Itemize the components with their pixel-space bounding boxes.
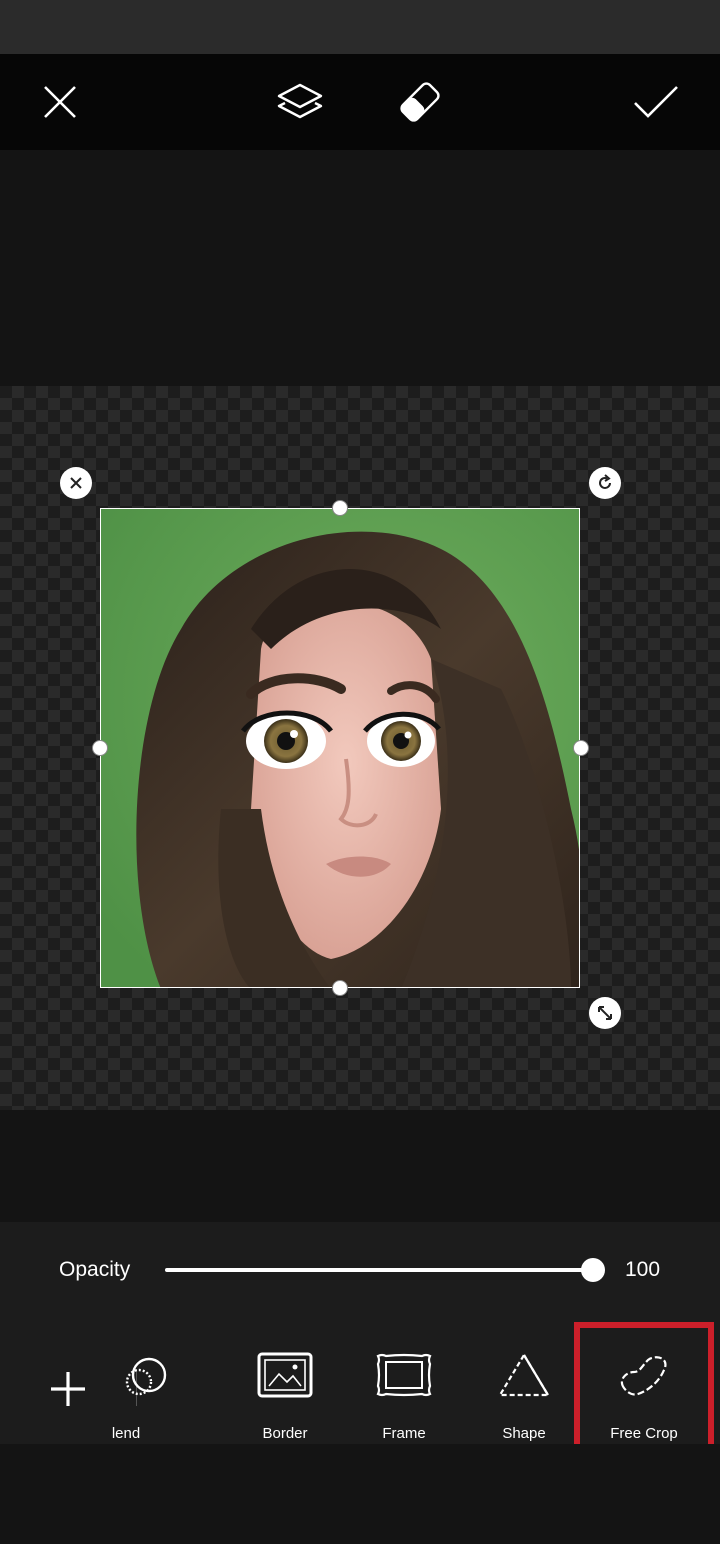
checkmark-icon bbox=[634, 86, 678, 118]
rotate-icon bbox=[599, 474, 611, 489]
tool-shape[interactable]: Shape bbox=[468, 1322, 580, 1444]
resize-handle-right[interactable] bbox=[573, 740, 589, 756]
tools-toolbar: Blend Border Frame Shape Free Crop bbox=[0, 1322, 720, 1444]
layers-button[interactable] bbox=[252, 54, 348, 150]
bottom-spacer bbox=[0, 1444, 720, 1544]
tool-label-blend: Blend bbox=[111, 1425, 141, 1442]
tool-label-frame: Frame bbox=[382, 1425, 426, 1442]
close-icon bbox=[44, 86, 76, 118]
eraser-button[interactable] bbox=[372, 54, 468, 150]
add-button[interactable] bbox=[36, 1346, 100, 1432]
opacity-slider-thumb[interactable] bbox=[581, 1258, 605, 1282]
portrait-image bbox=[101, 509, 579, 987]
opacity-slider[interactable] bbox=[165, 1268, 593, 1272]
close-icon bbox=[70, 477, 82, 489]
dashed-triangle-icon bbox=[498, 1352, 550, 1397]
apply-button[interactable] bbox=[608, 54, 704, 150]
resize-handle-left[interactable] bbox=[92, 740, 108, 756]
tool-label-free-crop: Free Crop bbox=[610, 1425, 678, 1442]
border-image-icon bbox=[257, 1352, 313, 1398]
tool-free-crop[interactable]: Free Crop bbox=[588, 1322, 700, 1444]
resize-handle-top[interactable] bbox=[332, 500, 348, 516]
top-toolbar bbox=[0, 54, 720, 150]
layers-icon bbox=[277, 83, 323, 119]
tool-label-shape: Shape bbox=[502, 1425, 546, 1442]
resize-arrows-icon bbox=[598, 1006, 612, 1020]
tool-label-border: Border bbox=[262, 1425, 308, 1442]
resize-handle-bottom[interactable] bbox=[332, 980, 348, 996]
free-crop-icon bbox=[620, 1356, 667, 1396]
close-button[interactable] bbox=[12, 54, 108, 150]
opacity-label: Opacity bbox=[59, 1258, 131, 1281]
rotate-button[interactable] bbox=[589, 467, 621, 499]
scale-button[interactable] bbox=[589, 997, 621, 1029]
tool-border[interactable]: Border bbox=[229, 1322, 341, 1444]
opacity-value: 100 bbox=[625, 1258, 661, 1281]
blend-icon bbox=[125, 1357, 167, 1396]
tool-frame[interactable]: Frame bbox=[348, 1322, 460, 1444]
status-bar bbox=[0, 0, 720, 54]
delete-sticker-button[interactable] bbox=[60, 467, 92, 499]
tool-blend[interactable]: Blend bbox=[111, 1322, 223, 1444]
plus-icon bbox=[51, 1372, 85, 1406]
sticker-photo[interactable] bbox=[100, 508, 580, 988]
eraser-icon bbox=[400, 82, 440, 122]
frame-icon bbox=[376, 1353, 432, 1397]
